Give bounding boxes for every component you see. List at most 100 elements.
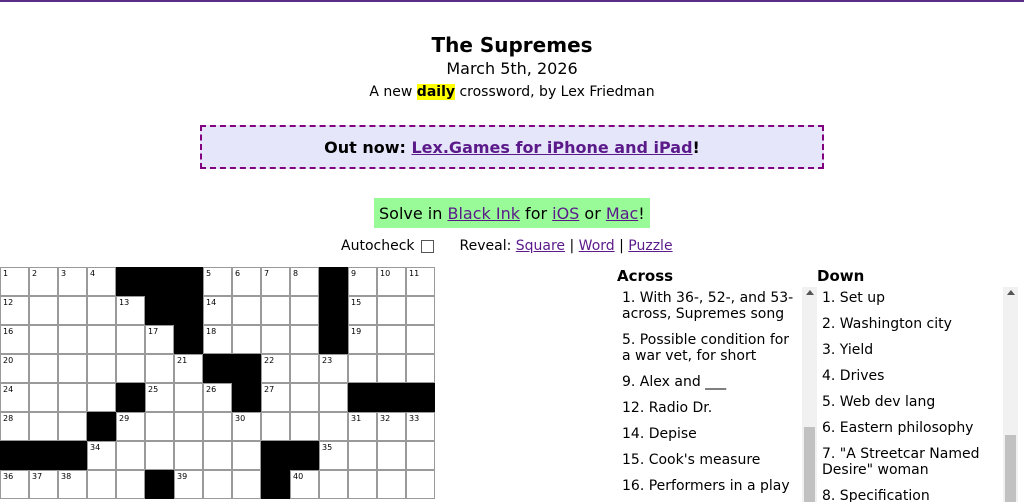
grid-cell[interactable] (174, 441, 203, 470)
down-clue[interactable]: 5. Web dev lang (822, 394, 998, 410)
grid-cell[interactable] (377, 354, 406, 383)
grid-cell[interactable] (174, 412, 203, 441)
promo-link[interactable]: Lex.Games for iPhone and iPad (411, 138, 692, 157)
across-clue[interactable]: 1. With 36-, 52-, and 53-across, Supreme… (622, 290, 798, 322)
grid-cell[interactable]: 15 (348, 296, 377, 325)
grid-cell[interactable] (261, 296, 290, 325)
grid-cell[interactable] (203, 441, 232, 470)
grid-cell[interactable] (290, 412, 319, 441)
grid-cell[interactable] (174, 383, 203, 412)
grid-cell[interactable]: 3 (58, 267, 87, 296)
grid-cell[interactable] (406, 354, 435, 383)
grid-cell[interactable] (377, 441, 406, 470)
grid-cell[interactable] (145, 412, 174, 441)
grid-cell[interactable] (29, 296, 58, 325)
grid-cell[interactable] (290, 383, 319, 412)
grid-cell[interactable]: 23 (319, 354, 348, 383)
grid-cell[interactable] (319, 412, 348, 441)
grid-cell[interactable]: 38 (58, 470, 87, 499)
grid-cell[interactable]: 11 (406, 267, 435, 296)
across-clue[interactable]: 14. Depise (622, 426, 798, 442)
grid-cell[interactable] (261, 412, 290, 441)
grid-cell[interactable]: 32 (377, 412, 406, 441)
grid-cell[interactable] (116, 354, 145, 383)
down-clue-list[interactable]: 1. Set up 2. Washington city 3. Yield 4. Dr… (822, 290, 998, 502)
grid-cell[interactable] (29, 354, 58, 383)
grid-cell[interactable]: 31 (348, 412, 377, 441)
scroll-up-icon[interactable] (1006, 290, 1015, 295)
grid-cell[interactable] (348, 441, 377, 470)
grid-cell[interactable]: 1 (0, 267, 29, 296)
autocheck-checkbox[interactable] (420, 239, 434, 253)
grid-cell[interactable] (348, 354, 377, 383)
across-clue[interactable]: 12. Radio Dr. (622, 400, 798, 416)
grid-cell[interactable]: 27 (261, 383, 290, 412)
black-ink-link[interactable]: Black Ink (447, 204, 520, 223)
scroll-thumb[interactable] (1005, 435, 1016, 502)
grid-cell[interactable] (406, 470, 435, 499)
grid-cell[interactable]: 34 (87, 441, 116, 470)
grid-cell[interactable] (58, 412, 87, 441)
grid-cell[interactable] (116, 441, 145, 470)
grid-cell[interactable] (232, 441, 261, 470)
grid-cell[interactable]: 4 (87, 267, 116, 296)
grid-cell[interactable] (87, 470, 116, 499)
grid-cell[interactable] (232, 296, 261, 325)
down-clue[interactable]: 1. Set up (822, 290, 998, 306)
grid-cell[interactable]: 6 (232, 267, 261, 296)
grid-cell[interactable]: 35 (319, 441, 348, 470)
grid-cell[interactable] (319, 470, 348, 499)
grid-cell[interactable] (29, 383, 58, 412)
across-clue[interactable]: 15. Cook's measure (622, 452, 798, 468)
grid-cell[interactable] (203, 412, 232, 441)
grid-cell[interactable] (406, 441, 435, 470)
grid-cell[interactable] (87, 325, 116, 354)
across-clue-list[interactable]: 1. With 36-, 52-, and 53-across, Supreme… (622, 290, 798, 502)
mac-link[interactable]: Mac (606, 204, 638, 223)
grid-cell[interactable] (58, 296, 87, 325)
grid-cell[interactable]: 22 (261, 354, 290, 383)
grid-cell[interactable]: 18 (203, 325, 232, 354)
scroll-up-icon[interactable] (805, 290, 814, 295)
down-clue[interactable]: 2. Washington city (822, 316, 998, 332)
grid-cell[interactable]: 21 (174, 354, 203, 383)
grid-cell[interactable]: 19 (348, 325, 377, 354)
grid-cell[interactable]: 39 (174, 470, 203, 499)
grid-cell[interactable]: 7 (261, 267, 290, 296)
grid-cell[interactable]: 9 (348, 267, 377, 296)
grid-cell[interactable] (290, 325, 319, 354)
grid-cell[interactable] (406, 325, 435, 354)
grid-cell[interactable] (319, 383, 348, 412)
grid-cell[interactable] (58, 383, 87, 412)
grid-cell[interactable]: 28 (0, 412, 29, 441)
ios-link[interactable]: iOS (552, 204, 579, 223)
grid-cell[interactable] (145, 441, 174, 470)
reveal-word-link[interactable]: Word (579, 238, 615, 254)
grid-cell[interactable] (261, 325, 290, 354)
grid-cell[interactable]: 14 (203, 296, 232, 325)
grid-cell[interactable]: 25 (145, 383, 174, 412)
grid-cell[interactable]: 33 (406, 412, 435, 441)
grid-cell[interactable]: 16 (0, 325, 29, 354)
grid-cell[interactable] (203, 470, 232, 499)
grid-cell[interactable]: 40 (290, 470, 319, 499)
grid-cell[interactable] (87, 354, 116, 383)
grid-cell[interactable] (377, 296, 406, 325)
grid-cell[interactable] (58, 354, 87, 383)
grid-cell[interactable]: 37 (29, 470, 58, 499)
grid-cell[interactable]: 30 (232, 412, 261, 441)
across-clue[interactable]: 16. Performers in a play (622, 478, 798, 494)
grid-cell[interactable]: 12 (0, 296, 29, 325)
grid-cell[interactable] (377, 470, 406, 499)
down-clue[interactable]: 3. Yield (822, 342, 998, 358)
reveal-puzzle-link[interactable]: Puzzle (628, 238, 672, 254)
grid-cell[interactable] (290, 354, 319, 383)
grid-cell[interactable]: 17 (145, 325, 174, 354)
grid-cell[interactable]: 36 (0, 470, 29, 499)
reveal-square-link[interactable]: Square (516, 238, 565, 254)
grid-cell[interactable]: 2 (29, 267, 58, 296)
across-scrollbar[interactable] (802, 287, 817, 502)
grid-cell[interactable]: 13 (116, 296, 145, 325)
down-clue[interactable]: 4. Drives (822, 368, 998, 384)
grid-cell[interactable] (116, 325, 145, 354)
